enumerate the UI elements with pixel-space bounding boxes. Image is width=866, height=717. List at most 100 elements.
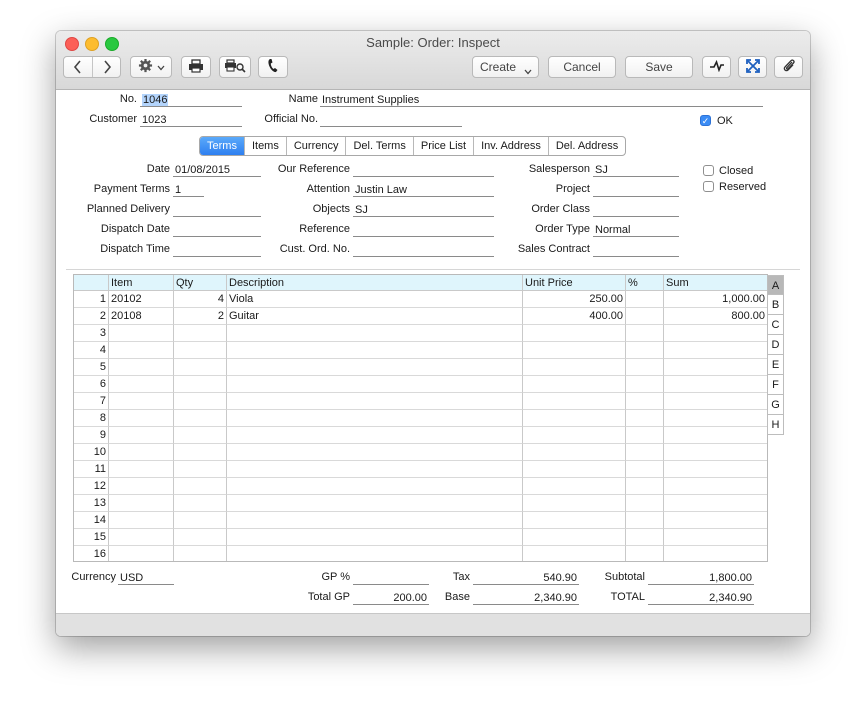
qty-cell[interactable] bbox=[174, 478, 227, 495]
sum-cell[interactable] bbox=[664, 546, 767, 561]
description-cell[interactable] bbox=[227, 512, 523, 529]
item-cell[interactable] bbox=[109, 495, 174, 512]
official-no-field[interactable] bbox=[320, 113, 462, 127]
subtotal-field[interactable]: 1,800.00 bbox=[648, 571, 754, 585]
description-cell[interactable]: Guitar bbox=[227, 308, 523, 325]
qty-cell[interactable] bbox=[174, 461, 227, 478]
percent-cell[interactable] bbox=[626, 461, 664, 478]
qty-cell[interactable] bbox=[174, 376, 227, 393]
matrix-page-tab-g[interactable]: G bbox=[767, 395, 784, 415]
tab-terms[interactable]: Terms bbox=[200, 137, 244, 155]
description-cell[interactable]: Viola bbox=[227, 291, 523, 308]
operations-menu-button[interactable] bbox=[130, 56, 172, 78]
description-cell[interactable] bbox=[227, 410, 523, 427]
item-cell[interactable] bbox=[109, 410, 174, 427]
qty-cell[interactable]: 2 bbox=[174, 308, 227, 325]
sum-cell[interactable] bbox=[664, 325, 767, 342]
closed-checkbox[interactable] bbox=[703, 165, 714, 176]
unit-price-cell[interactable] bbox=[523, 529, 626, 546]
print-button[interactable] bbox=[181, 56, 211, 78]
description-cell[interactable] bbox=[227, 393, 523, 410]
reference-field[interactable] bbox=[353, 223, 494, 237]
date-field[interactable]: 01/08/2015 bbox=[173, 163, 261, 177]
percent-cell[interactable] bbox=[626, 342, 664, 359]
cancel-button[interactable]: Cancel bbox=[548, 56, 616, 78]
sum-cell[interactable] bbox=[664, 461, 767, 478]
description-cell[interactable] bbox=[227, 444, 523, 461]
base-field[interactable]: 2,340.90 bbox=[473, 591, 579, 605]
unit-price-cell[interactable] bbox=[523, 495, 626, 512]
percent-cell[interactable] bbox=[626, 427, 664, 444]
total-gp-field[interactable]: 200.00 bbox=[353, 591, 429, 605]
customer-field[interactable]: 1023 bbox=[140, 113, 242, 127]
back-icon[interactable] bbox=[73, 60, 83, 77]
ok-checkbox[interactable]: ✓ bbox=[700, 115, 711, 126]
tab-price-list[interactable]: Price List bbox=[412, 137, 473, 155]
percent-cell[interactable] bbox=[626, 512, 664, 529]
sum-cell[interactable] bbox=[664, 393, 767, 410]
matrix-page-tab-d[interactable]: D bbox=[767, 335, 784, 355]
percent-cell[interactable] bbox=[626, 291, 664, 308]
sum-cell[interactable] bbox=[664, 478, 767, 495]
total-field[interactable]: 2,340.90 bbox=[648, 591, 754, 605]
qty-cell[interactable] bbox=[174, 427, 227, 444]
unit-price-cell[interactable] bbox=[523, 393, 626, 410]
save-button[interactable]: Save bbox=[625, 56, 693, 78]
sum-cell[interactable] bbox=[664, 427, 767, 444]
tab-currency[interactable]: Currency bbox=[285, 137, 346, 155]
percent-cell[interactable] bbox=[626, 478, 664, 495]
unit-price-cell[interactable] bbox=[523, 546, 626, 561]
sum-cell[interactable] bbox=[664, 444, 767, 461]
item-cell[interactable] bbox=[109, 393, 174, 410]
gp-percent-field[interactable] bbox=[353, 571, 429, 585]
tab-items[interactable]: Items bbox=[243, 137, 286, 155]
item-cell[interactable] bbox=[109, 427, 174, 444]
forward-icon[interactable] bbox=[102, 60, 112, 77]
item-cell[interactable] bbox=[109, 342, 174, 359]
percent-cell[interactable] bbox=[626, 393, 664, 410]
qty-cell[interactable] bbox=[174, 512, 227, 529]
description-cell[interactable] bbox=[227, 376, 523, 393]
dispatch-time-field[interactable] bbox=[173, 243, 261, 257]
item-cell[interactable]: 20102 bbox=[109, 291, 174, 308]
description-cell[interactable] bbox=[227, 495, 523, 512]
matrix-page-tab-c[interactable]: C bbox=[767, 315, 784, 335]
unit-price-cell[interactable] bbox=[523, 444, 626, 461]
percent-cell[interactable] bbox=[626, 325, 664, 342]
attach-button[interactable] bbox=[774, 56, 803, 78]
tab-del-terms[interactable]: Del. Terms bbox=[345, 137, 412, 155]
qty-cell[interactable] bbox=[174, 529, 227, 546]
percent-cell[interactable] bbox=[626, 376, 664, 393]
tab-del-address[interactable]: Del. Address bbox=[547, 137, 625, 155]
reserved-checkbox[interactable] bbox=[703, 181, 714, 192]
percent-cell[interactable] bbox=[626, 359, 664, 376]
unit-price-cell[interactable] bbox=[523, 512, 626, 529]
sum-cell[interactable] bbox=[664, 342, 767, 359]
percent-cell[interactable] bbox=[626, 495, 664, 512]
description-cell[interactable] bbox=[227, 529, 523, 546]
qty-cell[interactable] bbox=[174, 410, 227, 427]
sum-cell[interactable] bbox=[664, 529, 767, 546]
sum-cell[interactable]: 800.00 bbox=[664, 308, 767, 325]
matrix-page-tab-a[interactable]: A bbox=[767, 275, 784, 295]
description-cell[interactable] bbox=[227, 359, 523, 376]
attention-field[interactable]: Justin Law bbox=[353, 183, 494, 197]
order-type-field[interactable]: Normal bbox=[593, 223, 679, 237]
unit-price-cell[interactable] bbox=[523, 325, 626, 342]
unit-price-cell[interactable] bbox=[523, 376, 626, 393]
qty-cell[interactable] bbox=[174, 359, 227, 376]
qty-cell[interactable] bbox=[174, 393, 227, 410]
unit-price-cell[interactable] bbox=[523, 461, 626, 478]
item-cell[interactable] bbox=[109, 478, 174, 495]
qty-cell[interactable]: 4 bbox=[174, 291, 227, 308]
item-cell[interactable] bbox=[109, 325, 174, 342]
item-cell[interactable] bbox=[109, 444, 174, 461]
objects-field[interactable]: SJ bbox=[353, 203, 494, 217]
no-field[interactable]: 1046 bbox=[140, 93, 242, 107]
percent-cell[interactable] bbox=[626, 410, 664, 427]
call-button[interactable] bbox=[258, 56, 288, 78]
sales-contract-field[interactable] bbox=[593, 243, 679, 257]
unit-price-cell[interactable] bbox=[523, 478, 626, 495]
create-button[interactable]: Create bbox=[472, 56, 539, 78]
currency-field[interactable]: USD bbox=[118, 571, 174, 585]
